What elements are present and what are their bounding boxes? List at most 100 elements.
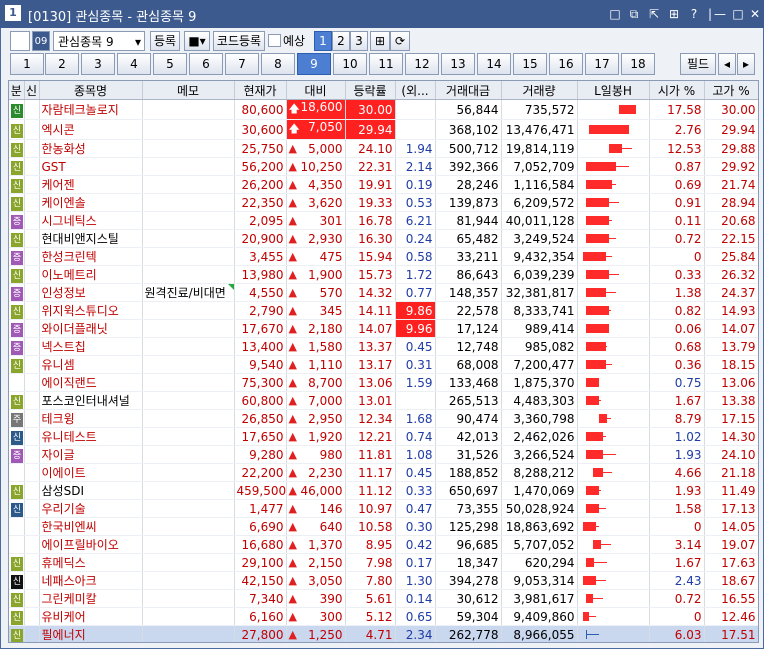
table-row[interactable]: 신 한농화성 25,750 ▲ 5,000 24.10 1.94 500,712 19,814,… bbox=[9, 139, 758, 158]
table-row[interactable]: 신 현대비앤지스틸 20,900 ▲ 2,930 16.30 0.24 65,482 3,249… bbox=[9, 229, 758, 248]
stock-name[interactable]: 우리기술 bbox=[39, 499, 143, 518]
stock-name[interactable]: 유비케어 bbox=[39, 607, 143, 626]
table-row[interactable]: 에이프릴바이오 16,680 ▲ 1,370 8.95 0.42 96,685 5,707,0… bbox=[9, 535, 758, 554]
table-row[interactable]: 증 자이글 9,280 ▲ 980 11.81 1.08 31,526 3,266,524 1.9… bbox=[9, 445, 758, 464]
stock-name[interactable]: 유니셈 bbox=[39, 355, 143, 374]
tile-icon[interactable]: ⧉ bbox=[626, 6, 642, 22]
tab-13[interactable]: 13 bbox=[441, 53, 475, 75]
scroll-left-icon[interactable]: ◂ bbox=[718, 53, 736, 75]
tab-14[interactable]: 14 bbox=[477, 53, 511, 75]
tab-7[interactable]: 7 bbox=[225, 53, 259, 75]
column-header[interactable]: 등락률 bbox=[345, 81, 396, 100]
stock-name[interactable]: 와이더플래닛 bbox=[39, 319, 143, 338]
stock-name[interactable]: 케이엔솔 bbox=[39, 193, 143, 212]
table-row[interactable]: 증 한성크린텍 3,455 ▲ 475 15.94 0.58 33,211 9,432,354 0… bbox=[9, 247, 758, 266]
tab-2[interactable]: 2 bbox=[45, 53, 79, 75]
table-row[interactable]: 신 휴메딕스 29,100 ▲ 2,150 7.98 0.17 18,347 620,294 1.… bbox=[9, 553, 758, 572]
column-header[interactable]: 현재가 bbox=[234, 81, 287, 100]
column-header[interactable]: 거래량 bbox=[501, 81, 578, 100]
stock-name[interactable]: 엑시콘 bbox=[39, 119, 143, 140]
table-row[interactable]: 신 케이엔솔 22,350 ▲ 3,620 19.33 0.53 139,873 6,209,5… bbox=[9, 193, 758, 212]
table-row[interactable]: 신 네패스아크 42,150 ▲ 3,050 7.80 1.30 394,278 9,053,3… bbox=[9, 571, 758, 590]
page-3-button[interactable]: 3 bbox=[350, 31, 368, 51]
table-row[interactable]: 신 GST 56,200 ▲ 10,250 22.31 2.14 392,366 7,052,7… bbox=[9, 157, 758, 176]
table-row[interactable]: 신 필에너지 27,800 ▲ 1,250 4.71 2.34 262,778 8,966,05… bbox=[9, 625, 758, 642]
stock-name[interactable]: 에이프릴바이오 bbox=[39, 535, 143, 554]
table-row[interactable]: 신 유비케어 6,160 ▲ 300 5.12 0.65 59,304 9,409,860 0 12… bbox=[9, 607, 758, 626]
stock-name[interactable]: 휴메딕스 bbox=[39, 553, 143, 572]
code-register-button[interactable]: 코드등록 bbox=[213, 31, 265, 51]
help-icon[interactable]: ? bbox=[686, 6, 702, 22]
column-header[interactable]: 종목명 bbox=[39, 81, 143, 100]
column-header[interactable]: 메모 bbox=[142, 81, 235, 100]
table-row[interactable]: 신 그린케미칼 7,340 ▲ 390 5.61 0.14 30,612 3,981,617 0.… bbox=[9, 589, 758, 608]
table-row[interactable]: 신 자람테크놀로지 80,600 🡅 18,600 30.00 56,844 735,572 1… bbox=[9, 99, 758, 120]
stock-name[interactable]: GST bbox=[39, 157, 143, 176]
tab-17[interactable]: 17 bbox=[585, 53, 619, 75]
scroll-right-icon[interactable]: ▸ bbox=[737, 53, 755, 75]
stock-name[interactable]: 필에너지 bbox=[39, 625, 143, 642]
menu-icon[interactable] bbox=[10, 31, 30, 51]
pin-icon[interactable]: ⇱ bbox=[646, 6, 662, 22]
stock-name[interactable]: 한성크린텍 bbox=[39, 247, 143, 266]
reserve-checkbox[interactable] bbox=[268, 34, 281, 47]
maximize-icon[interactable]: □ bbox=[730, 6, 746, 22]
table-row[interactable]: 신 우리기술 1,477 ▲ 146 10.97 0.47 73,355 50,028,924 1… bbox=[9, 499, 758, 518]
column-header[interactable]: 고가 % bbox=[704, 81, 758, 100]
group-select[interactable]: 관심종목 9 ▾ bbox=[53, 31, 145, 51]
column-header[interactable]: 분 bbox=[9, 81, 25, 100]
table-row[interactable]: 주 테크윙 26,850 ▲ 2,950 12.34 1.68 90,474 3,360,798… bbox=[9, 409, 758, 428]
color-select-button[interactable]: ■▾ bbox=[184, 31, 210, 51]
stock-name[interactable]: 이노메트리 bbox=[39, 265, 143, 284]
stock-name[interactable]: 자람테크놀로지 bbox=[39, 99, 143, 120]
column-header[interactable]: (외... bbox=[395, 81, 436, 100]
stock-name[interactable]: 포스코인터내셔널 bbox=[39, 391, 143, 410]
stock-name[interactable]: 에이직랜드 bbox=[39, 373, 143, 392]
refresh-icon[interactable]: ⟳ bbox=[390, 31, 410, 51]
table-row[interactable]: 신 엑시콘 30,600 🡅 7,050 29.94 368,102 13,476,471 2.… bbox=[9, 119, 758, 140]
stock-name[interactable]: 그린케미칼 bbox=[39, 589, 143, 608]
stock-name[interactable]: 위지윅스튜디오 bbox=[39, 301, 143, 320]
stock-name[interactable]: 자이글 bbox=[39, 445, 143, 464]
column-header[interactable]: 시가 % bbox=[649, 81, 705, 100]
stock-name[interactable]: 시그네틱스 bbox=[39, 211, 143, 230]
table-row[interactable]: 신 이노메트리 13,980 ▲ 1,900 15.73 1.72 86,643 6,039,2… bbox=[9, 265, 758, 284]
tab-10[interactable]: 10 bbox=[333, 53, 367, 75]
column-header[interactable]: 신 bbox=[24, 81, 40, 100]
table-row[interactable]: 신 유니테스트 17,650 ▲ 1,920 12.21 0.74 42,013 2,462,0… bbox=[9, 427, 758, 446]
table-row[interactable]: 증 시그네틱스 2,095 ▲ 301 16.78 6.21 81,944 40,011,128… bbox=[9, 211, 758, 230]
page-1-button[interactable]: 1 bbox=[314, 31, 332, 51]
field-button[interactable]: 필드 bbox=[680, 53, 716, 75]
minimize-icon[interactable]: — bbox=[712, 6, 728, 22]
list-view-icon[interactable]: 09 bbox=[32, 31, 50, 51]
column-header[interactable]: 대비 bbox=[286, 81, 346, 100]
register-button[interactable]: 등록 bbox=[150, 31, 180, 51]
tab-3[interactable]: 3 bbox=[81, 53, 115, 75]
table-row[interactable]: 증 넥스트칩 13,400 ▲ 1,580 13.37 0.45 12,748 985,082 0… bbox=[9, 337, 758, 356]
grid-icon[interactable]: ⊞ bbox=[666, 6, 682, 22]
tab-5[interactable]: 5 bbox=[153, 53, 187, 75]
close-icon[interactable]: ✕ bbox=[747, 6, 763, 22]
tab-12[interactable]: 12 bbox=[405, 53, 439, 75]
minimize-to-tray-icon[interactable]: □ bbox=[607, 6, 623, 22]
tab-15[interactable]: 15 bbox=[513, 53, 547, 75]
tab-18[interactable]: 18 bbox=[621, 53, 655, 75]
tab-8[interactable]: 8 bbox=[261, 53, 295, 75]
column-header[interactable]: L일봉H bbox=[577, 81, 650, 100]
column-header[interactable]: 거래대금 bbox=[435, 81, 502, 100]
table-row[interactable]: 증 와이더플래닛 17,670 ▲ 2,180 14.07 9.96 17,124 989,41… bbox=[9, 319, 758, 338]
tab-11[interactable]: 11 bbox=[369, 53, 403, 75]
stock-name[interactable]: 네패스아크 bbox=[39, 571, 143, 590]
stock-name[interactable]: 삼성SDI bbox=[39, 481, 143, 500]
stock-name[interactable]: 유니테스트 bbox=[39, 427, 143, 446]
stock-name[interactable]: 인성정보 bbox=[39, 283, 143, 302]
table-row[interactable]: 증 인성정보 원격진료/비대면 4,550 ▲ 570 14.32 0.77 148,357 32… bbox=[9, 283, 758, 302]
tab-1[interactable]: 1 bbox=[10, 53, 44, 75]
stock-name[interactable]: 넥스트칩 bbox=[39, 337, 143, 356]
stock-name[interactable]: 테크윙 bbox=[39, 409, 143, 428]
table-row[interactable]: 신 위지윅스튜디오 2,790 ▲ 345 14.11 9.86 22,578 8,333,74… bbox=[9, 301, 758, 320]
stock-name[interactable]: 한국비엔씨 bbox=[39, 517, 143, 536]
stock-name[interactable]: 이에이트 bbox=[39, 463, 143, 482]
tab-16[interactable]: 16 bbox=[549, 53, 583, 75]
page-2-button[interactable]: 2 bbox=[332, 31, 350, 51]
